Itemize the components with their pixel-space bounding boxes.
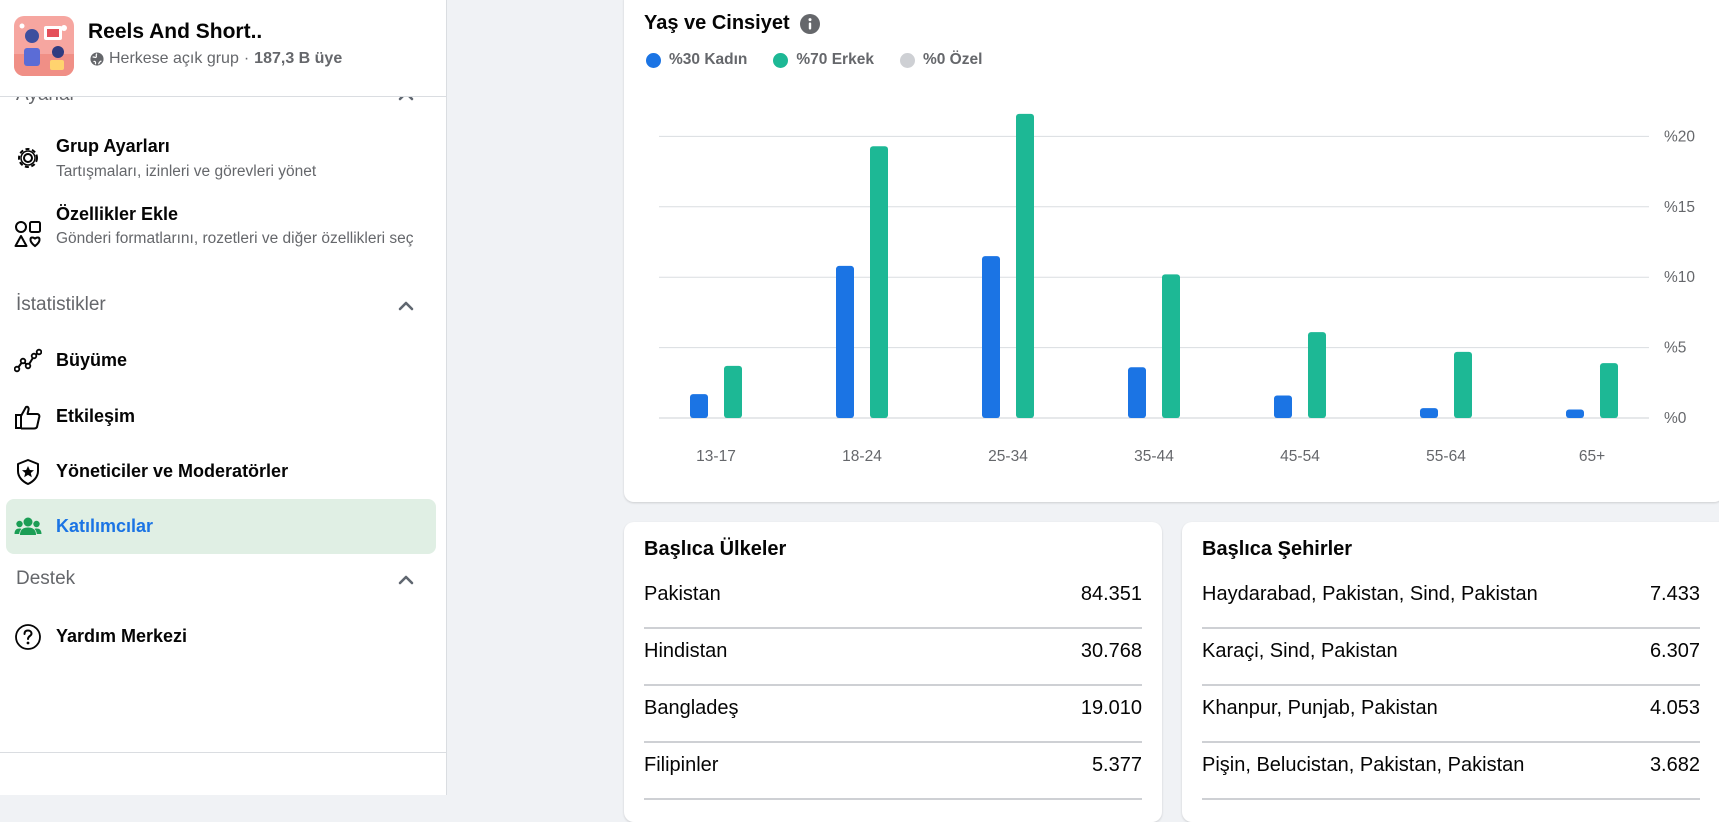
table-row: Pakistan 84.351 [644, 570, 1142, 629]
bar-male-13-17 [724, 365, 742, 418]
country-value: 5.377 [1091, 754, 1142, 776]
age-gender-card: Yaş ve Cinsiyet %30 Kadın %70 Erkek %0 Ö… [624, 0, 1719, 502]
sidebar-item-label: Özellikler Ekle [56, 204, 179, 224]
thumbs-up-icon [15, 405, 41, 430]
sidebar-item-label: Grup Ayarları [56, 136, 170, 156]
sidebar-item-engagement[interactable]: Etkileşim [6, 399, 436, 435]
people-icon [14, 517, 42, 535]
growth-line-icon [14, 348, 42, 373]
globe-icon [90, 52, 104, 66]
chevron-up-icon[interactable] [396, 570, 416, 590]
section-header-istatistikler[interactable]: İstatistikler [16, 294, 416, 324]
bar-female-18-24 [836, 265, 854, 418]
country-value: 84.351 [1080, 583, 1142, 605]
group-privacy: Herkese açık grup [109, 50, 239, 67]
table-row: Filipinler 5.377 [644, 741, 1142, 800]
x-tick-label: 13-17 [696, 448, 736, 465]
top-cities-card: Başlıca Şehirler Haydarabad, Pakistan, S… [1182, 522, 1719, 822]
x-tick-label: 25-34 [988, 448, 1028, 465]
y-tick-label: %15 [1664, 199, 1695, 216]
group-member-count[interactable]: 187,3 B üye [254, 50, 342, 68]
bar-male-45-54 [1308, 332, 1326, 418]
sidebar-item-add-features[interactable]: Özellikler Ekle Gönderi formatlarını, ro… [6, 198, 436, 272]
country-value: 19.010 [1080, 697, 1142, 719]
y-tick-label: %10 [1664, 269, 1695, 286]
table-row: Hindistan 30.768 [644, 627, 1142, 686]
sidebar-item-group-settings[interactable]: Grup Ayarları Tartışmaları, izinleri ve … [6, 132, 436, 186]
x-tick-label: 65+ [1579, 448, 1605, 465]
group-name[interactable]: Reels And Short.. [88, 20, 262, 44]
table-row: Khanpur, Punjab, Pakistan 4.053 [1202, 684, 1700, 743]
gear-icon [18, 148, 38, 168]
card-title: Başlıca Ülkeler [644, 538, 787, 560]
city-value: 7.433 [1649, 583, 1700, 605]
table-row: Bangladeş 19.010 [644, 684, 1142, 743]
group-cover-image [14, 16, 74, 76]
bar-female-35-44 [1128, 367, 1146, 418]
country-value: 30.768 [1080, 640, 1142, 662]
bar-female-55-64 [1420, 408, 1438, 418]
chevron-up-icon[interactable] [396, 296, 416, 316]
section-title: İstatistikler [16, 294, 106, 315]
x-tick-label: 55-64 [1426, 448, 1466, 465]
country-name: Hindistan [644, 640, 728, 662]
group-meta: Herkese açık grup · 187,3 B üye [90, 50, 342, 68]
bar-male-65+ [1600, 363, 1618, 418]
sidebar-item-label: Yardım Merkezi [56, 626, 188, 646]
sidebar-item-description: Tartışmaları, izinleri ve görevleri yöne… [56, 163, 317, 180]
shapes-icon [14, 221, 41, 248]
top-countries-card: Başlıca Ülkeler Pakistan 84.351 Hindista… [624, 522, 1162, 822]
table-row: Karaçi, Sind, Pakistan 6.307 [1202, 627, 1700, 686]
y-tick-label: %5 [1664, 340, 1686, 357]
city-name: Khanpur, Punjab, Pakistan [1202, 697, 1438, 719]
group-avatar[interactable] [14, 16, 74, 76]
sidebar-item-help-center[interactable]: Yardım Merkezi [6, 619, 436, 655]
city-value: 4.053 [1649, 697, 1700, 719]
country-name: Bangladeş [644, 697, 739, 719]
table-row: Pişin, Belucistan, Pakistan, Pakistan 3.… [1202, 741, 1700, 800]
question-circle-icon [15, 624, 41, 650]
sidebar-item-label: Katılımcılar [56, 516, 154, 536]
bar-female-45-54 [1274, 395, 1292, 418]
sidebar-item-growth[interactable]: Büyüme [6, 343, 436, 379]
country-name: Pakistan [644, 583, 721, 605]
meta-separator: · [243, 50, 250, 67]
bar-male-35-44 [1162, 274, 1180, 418]
sidebar-divider [0, 752, 446, 753]
x-tick-label: 45-54 [1280, 448, 1320, 465]
sidebar-item-label: Yöneticiler ve Moderatörler [56, 461, 289, 481]
x-tick-label: 18-24 [842, 448, 882, 465]
sidebar-item-admins-moderators[interactable]: Yöneticiler ve Moderatörler [6, 454, 436, 490]
bar-male-55-64 [1454, 351, 1472, 418]
city-name: Karaçi, Sind, Pakistan [1202, 640, 1398, 662]
sidebar-item-description: Gönderi formatlarını, rozetleri ve diğer… [56, 230, 414, 247]
sidebar-item-participants[interactable]: Katılımcılar [6, 499, 436, 554]
sidebar: Ayarlar Reels And Short.. Herkese açık g… [0, 0, 447, 795]
city-value: 3.682 [1649, 754, 1700, 776]
bar-male-25-34 [1016, 113, 1034, 418]
bar-female-25-34 [982, 256, 1000, 418]
table-row: Haydarabad, Pakistan, Sind, Pakistan 7.4… [1202, 570, 1700, 629]
x-tick-label: 35-44 [1134, 448, 1174, 465]
shield-star-icon [17, 459, 39, 485]
section-header-destek[interactable]: Destek [16, 568, 416, 598]
section-title: Destek [16, 568, 76, 589]
group-header: Reels And Short.. Herkese açık grup · 18… [0, 0, 446, 97]
city-name: Haydarabad, Pakistan, Sind, Pakistan [1202, 583, 1538, 605]
city-name: Pişin, Belucistan, Pakistan, Pakistan [1202, 754, 1525, 776]
y-tick-label: %0 [1664, 410, 1687, 427]
sidebar-item-label: Etkileşim [56, 406, 136, 426]
bar-male-18-24 [870, 146, 888, 419]
card-title: Başlıca Şehirler [1202, 538, 1353, 560]
sidebar-item-label: Büyüme [56, 350, 128, 370]
y-tick-label: %20 [1664, 128, 1695, 145]
age-gender-bar-chart: %0 %5 %10 %15 %20 13-17 18-24 25-34 35-44 45-54 55… [659, 113, 1695, 465]
country-name: Filipinler [644, 754, 719, 776]
bar-female-65+ [1566, 409, 1584, 418]
city-value: 6.307 [1649, 640, 1700, 662]
bar-female-13-17 [690, 394, 708, 418]
